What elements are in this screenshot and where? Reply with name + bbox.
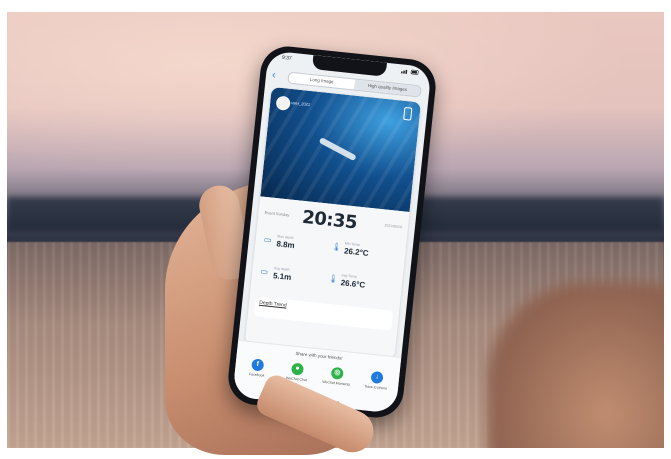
dive-computer-icon (403, 106, 413, 121)
share-facebook-button[interactable]: f Facebook (241, 357, 275, 378)
facebook-icon: f (251, 358, 265, 372)
signal-battery-icon (400, 69, 419, 75)
status-time: 9:37 (281, 54, 292, 62)
wechat-icon: ● (290, 362, 305, 376)
back-chevron-icon[interactable]: ‹ (271, 69, 276, 81)
dive-stats: Event Sunday 20:35 2021/06/20 ▭ Max dept… (244, 196, 410, 360)
depth-icon: ▭ (263, 234, 272, 245)
stat-avg-temp: 🌡 Avg Temp 26.6°C (327, 270, 391, 298)
depth-trend-link[interactable]: Depth Trend (253, 296, 394, 331)
thermometer-icon: 🌡 (327, 273, 339, 284)
phone-screen: 9:37 ‹ Long Image High quality Images us… (232, 50, 432, 414)
underwater-photo: user_2021 (260, 86, 422, 212)
smartphone: 9:37 ‹ Long Image High quality Images us… (225, 43, 439, 421)
segment-high-quality-images[interactable]: High quality Images (354, 79, 421, 97)
stat-avg-depth: ▭ Avg depth 5.1m (259, 263, 323, 291)
stat-value: 26.2°C (343, 246, 369, 258)
stat-value: 5.1m (272, 271, 292, 282)
dive-duration: 20:35 (301, 206, 358, 234)
depth-icon: ▭ (260, 266, 269, 277)
segment-long-image[interactable]: Long Image (288, 73, 355, 90)
stat-value: 26.6°C (340, 278, 366, 290)
save-to-phone-button[interactable]: ↓ Save to phone (360, 370, 394, 391)
moments-icon: ◎ (330, 366, 344, 380)
share-wechat-moments-button[interactable]: ◎ WeChat Moments (320, 366, 354, 387)
share-label: Save to phone (364, 384, 388, 391)
date-label: Event Sunday (264, 209, 290, 218)
stat-min-temp: 🌡 Min Temp 26.2°C (330, 238, 394, 266)
thermometer-icon: 🌡 (331, 242, 343, 253)
dive-log-card: user_2021 Event Sunday 20:35 2021/06/20 … (244, 86, 422, 360)
stat-max-depth: ▭ Max depth 8.8m (262, 231, 326, 259)
dive-date: 2021/06/20 (384, 223, 403, 230)
share-label: WeChat Moments (322, 379, 351, 387)
download-icon: ↓ (370, 370, 384, 385)
stat-value: 8.8m (275, 239, 296, 251)
